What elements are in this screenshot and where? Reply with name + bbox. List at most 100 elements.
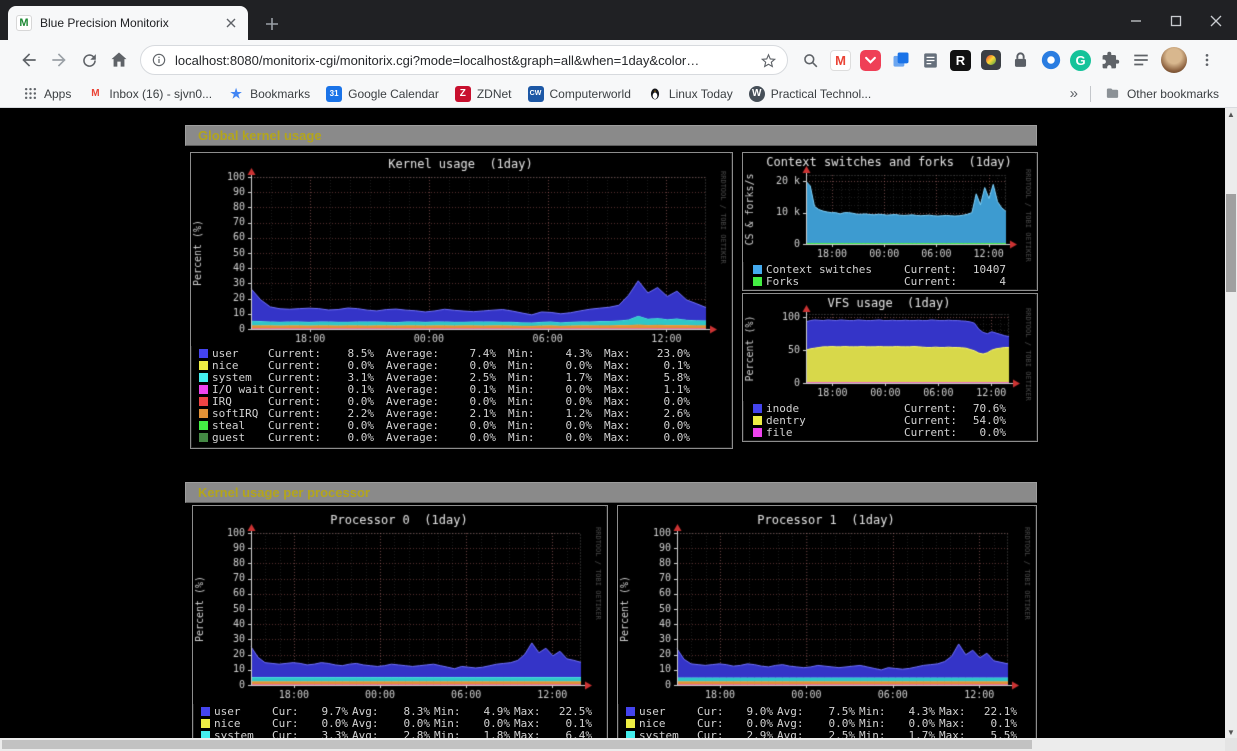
new-tab-button[interactable] [260, 12, 284, 36]
legend-label: user [639, 706, 697, 718]
legend-label: nice [212, 360, 268, 372]
search-extension-icon[interactable] [800, 50, 821, 71]
legend-row: ForksCurrent:4 [753, 276, 1037, 288]
bookmark-practical-tech[interactable]: W Practical Technol... [741, 83, 880, 105]
r-extension-icon[interactable]: R [950, 50, 971, 71]
legend-label: inode [766, 403, 904, 415]
bookmark-linux-today[interactable]: Linux Today [639, 83, 741, 105]
loom-camera-extension-icon[interactable] [1040, 50, 1061, 71]
extensions-row: M R [800, 50, 1151, 71]
reload-button[interactable] [74, 45, 104, 75]
legend-value: 2.5% [813, 730, 855, 738]
calendar-icon: 31 [326, 86, 342, 102]
chart-kernel-usage: userCurrent:8.5%Average:7.4%Min:4.3%Max:… [190, 152, 733, 449]
wordpress-icon: W [749, 86, 765, 102]
legend-value: 4 [962, 276, 1006, 288]
copy-tabs-extension-icon[interactable] [890, 50, 911, 71]
legend-label: nice [639, 718, 697, 730]
colorzilla-extension-icon[interactable] [980, 50, 1001, 71]
scrollbar-corner [1225, 738, 1237, 751]
bookmarks-bar: Apps M Inbox (16) - sjvn0... ★ Bookmarks… [0, 80, 1237, 108]
reading-list-extension-icon[interactable] [1130, 50, 1151, 71]
legend-swatch [199, 361, 208, 370]
legend-swatch [199, 373, 208, 382]
url-text[interactable]: localhost:8080/monitorix-cgi/monitorix.c… [175, 53, 752, 68]
legend-value: 2.8% [388, 730, 430, 738]
legend-row: fileCurrent:0.0% [753, 427, 1037, 439]
pocket-extension-icon[interactable] [860, 50, 881, 71]
horizontal-scrollbar[interactable] [0, 738, 1225, 751]
legend-key: Current: [904, 276, 962, 288]
legend-value: 0.0% [962, 427, 1006, 439]
apps-grid-icon [22, 86, 38, 102]
home-button[interactable] [104, 45, 134, 75]
legend-key: Cur: [697, 730, 731, 738]
other-bookmarks[interactable]: Other bookmarks [1097, 83, 1227, 105]
legend-key: Current: [904, 427, 962, 439]
extensions-puzzle-icon[interactable] [1100, 50, 1121, 71]
legend-label: system [639, 730, 697, 738]
legend-swatch [201, 707, 210, 716]
context-switches-graph[interactable] [743, 153, 1035, 262]
legend-value: 2.9% [731, 730, 773, 738]
legend-label: dentry [766, 415, 904, 427]
tab-title: Blue Precision Monitorix [40, 16, 222, 30]
computerworld-icon: CW [528, 86, 544, 102]
bookmark-google-calendar[interactable]: 31 Google Calendar [318, 83, 447, 105]
scroll-up-arrow[interactable]: ▲ [1225, 108, 1237, 120]
scroll-down-arrow[interactable]: ▼ [1225, 726, 1237, 738]
bookmark-zdnet[interactable]: Z ZDNet [447, 83, 520, 105]
vfs-usage-graph[interactable] [743, 294, 1035, 401]
bookmark-computerworld[interactable]: CW Computerworld [520, 83, 639, 105]
password-lock-extension-icon[interactable] [1010, 50, 1031, 71]
legend-value: 1.8% [468, 730, 510, 738]
legend-label: softIRQ [212, 408, 268, 420]
url-bar[interactable]: localhost:8080/monitorix-cgi/monitorix.c… [140, 45, 788, 75]
legend-swatch [201, 731, 210, 738]
browser-menu-icon[interactable] [1195, 48, 1219, 72]
bookmark-star-icon[interactable] [760, 52, 777, 69]
profile-avatar[interactable] [1161, 47, 1187, 73]
window-controls [1123, 8, 1229, 34]
legend-label: steal [212, 420, 268, 432]
forward-button[interactable] [44, 45, 74, 75]
legend-swatch [201, 719, 210, 728]
chart-processor-0: userCur:9.7%Avg:8.3%Min:4.9%Max:22.5%nic… [192, 505, 608, 738]
notes-extension-icon[interactable] [920, 50, 941, 71]
bookmark-apps[interactable]: Apps [14, 83, 79, 105]
bookmarks-overflow-chevron[interactable]: » [1064, 85, 1084, 102]
vertical-scroll-thumb[interactable] [1226, 194, 1236, 292]
context-switches-legend: Context switchesCurrent:10407ForksCurren… [743, 262, 1037, 288]
chart-context-switches: Context switchesCurrent:10407ForksCurren… [742, 152, 1038, 291]
penguin-icon [647, 86, 663, 102]
back-button[interactable] [14, 45, 44, 75]
legend-swatch [753, 416, 762, 425]
section-header-kernel-per-processor: Kernel usage per processor [185, 482, 1037, 503]
legend-label: guest [212, 432, 268, 444]
horizontal-scroll-thumb[interactable] [2, 740, 1032, 749]
browser-tab[interactable]: M Blue Precision Monitorix [8, 6, 248, 40]
page-info-icon[interactable] [151, 52, 167, 68]
minimize-button[interactable] [1123, 8, 1149, 34]
legend-swatch [753, 428, 762, 437]
legend-label: system [212, 372, 268, 384]
kernel-usage-graph[interactable] [191, 153, 730, 346]
legend-swatch [199, 421, 208, 430]
chart-vfs-usage: inodeCurrent:70.6%dentryCurrent:54.0%fil… [742, 293, 1038, 442]
bookmark-bookmarks[interactable]: ★ Bookmarks [220, 83, 318, 105]
processor-1-graph[interactable] [618, 506, 1034, 704]
monitorix-favicon-icon: M [16, 15, 32, 31]
legend-row: guestCurrent:0.0%Average:0.0%Min:0.0%Max… [199, 432, 732, 444]
processor-0-legend: userCur:9.7%Avg:8.3%Min:4.9%Max:22.5%nic… [193, 704, 607, 738]
folder-icon [1105, 86, 1121, 102]
grammarly-extension-icon[interactable]: G [1070, 50, 1091, 71]
legend-key: Max: [604, 432, 644, 444]
vertical-scrollbar[interactable]: ▲ ▼ [1225, 108, 1237, 738]
gmail-extension-icon[interactable]: M [830, 50, 851, 71]
maximize-button[interactable] [1163, 8, 1189, 34]
legend-label: file [766, 427, 904, 439]
tab-close-icon[interactable] [222, 14, 240, 32]
close-button[interactable] [1203, 8, 1229, 34]
bookmark-inbox[interactable]: M Inbox (16) - sjvn0... [79, 83, 220, 105]
processor-0-graph[interactable] [193, 506, 605, 704]
